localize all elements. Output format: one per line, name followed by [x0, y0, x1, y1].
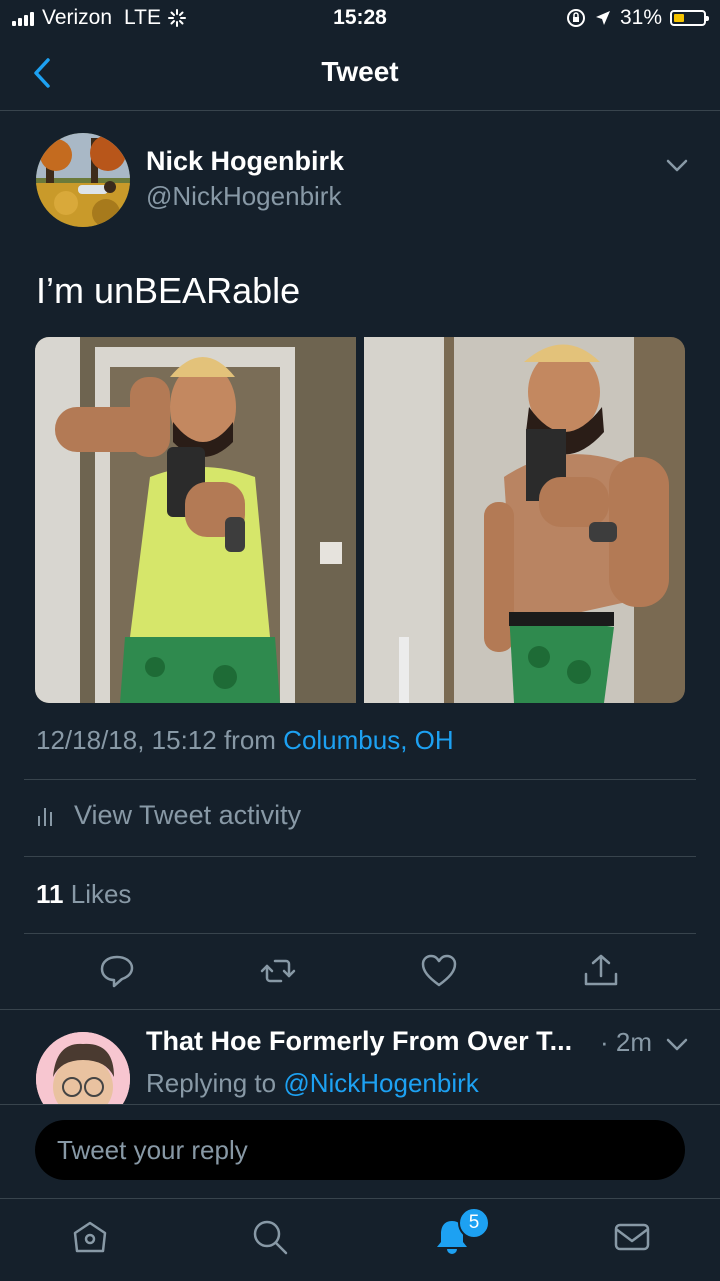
- author-handle[interactable]: @NickHogenbirk: [146, 181, 341, 212]
- divider: [24, 856, 696, 857]
- retweet-icon[interactable]: [259, 952, 297, 990]
- battery-icon: [670, 10, 709, 26]
- tweet-photo-1[interactable]: [35, 337, 356, 703]
- author-name[interactable]: Nick Hogenbirk: [146, 146, 344, 177]
- divider: [24, 779, 696, 780]
- likes-label: Likes: [70, 879, 132, 909]
- author-avatar[interactable]: [36, 133, 130, 227]
- battery-percent: 31%: [619, 6, 662, 29]
- tweet-location-link[interactable]: Columbus, OH: [283, 725, 454, 755]
- orientation-lock-icon: [566, 9, 585, 27]
- notifications-badge: 5: [458, 1207, 490, 1239]
- search-icon[interactable]: [250, 1217, 290, 1257]
- chevron-down-icon[interactable]: [664, 152, 690, 178]
- like-heart-icon[interactable]: [420, 952, 458, 990]
- tweet-timestamp: 12/18/18, 15:12 from Columbus, OH: [36, 725, 454, 756]
- reply-input[interactable]: Tweet your reply: [35, 1120, 685, 1180]
- navigation-bar: Tweet: [0, 36, 720, 111]
- view-tweet-activity-button[interactable]: View Tweet activity: [36, 800, 301, 831]
- home-icon[interactable]: [70, 1217, 110, 1257]
- tweet-date: 12/18/18, 15:12 from: [36, 725, 284, 755]
- bar-chart-icon: [38, 807, 52, 826]
- status-bar: Verizon LTE 15:28 31%: [0, 0, 720, 36]
- reply-composer: Tweet your reply: [0, 1104, 720, 1199]
- chevron-down-icon[interactable]: [664, 1031, 690, 1057]
- tab-bar: 5: [0, 1198, 720, 1281]
- divider: [24, 933, 696, 934]
- location-arrow-icon: [595, 11, 610, 25]
- replying-prefix: Replying to: [146, 1068, 284, 1098]
- replying-handle-link[interactable]: @NickHogenbirk: [283, 1068, 478, 1098]
- share-icon[interactable]: [582, 952, 620, 990]
- tweet-photo-2[interactable]: [364, 337, 685, 703]
- page-title: Tweet: [321, 56, 399, 87]
- reply-icon[interactable]: [98, 952, 136, 990]
- activity-label: View Tweet activity: [74, 800, 302, 830]
- messages-envelope-icon[interactable]: [612, 1217, 652, 1257]
- replying-to: Replying to @NickHogenbirk: [146, 1068, 479, 1099]
- likes-number: 11: [36, 879, 64, 909]
- likes-count[interactable]: 11 Likes: [36, 879, 131, 910]
- tweet-text: I’m unBEARable: [36, 270, 301, 311]
- divider: [0, 1009, 720, 1010]
- reply-author-name[interactable]: That Hoe Formerly From Over T...: [146, 1026, 572, 1057]
- reply-timestamp: · 2m: [600, 1027, 652, 1057]
